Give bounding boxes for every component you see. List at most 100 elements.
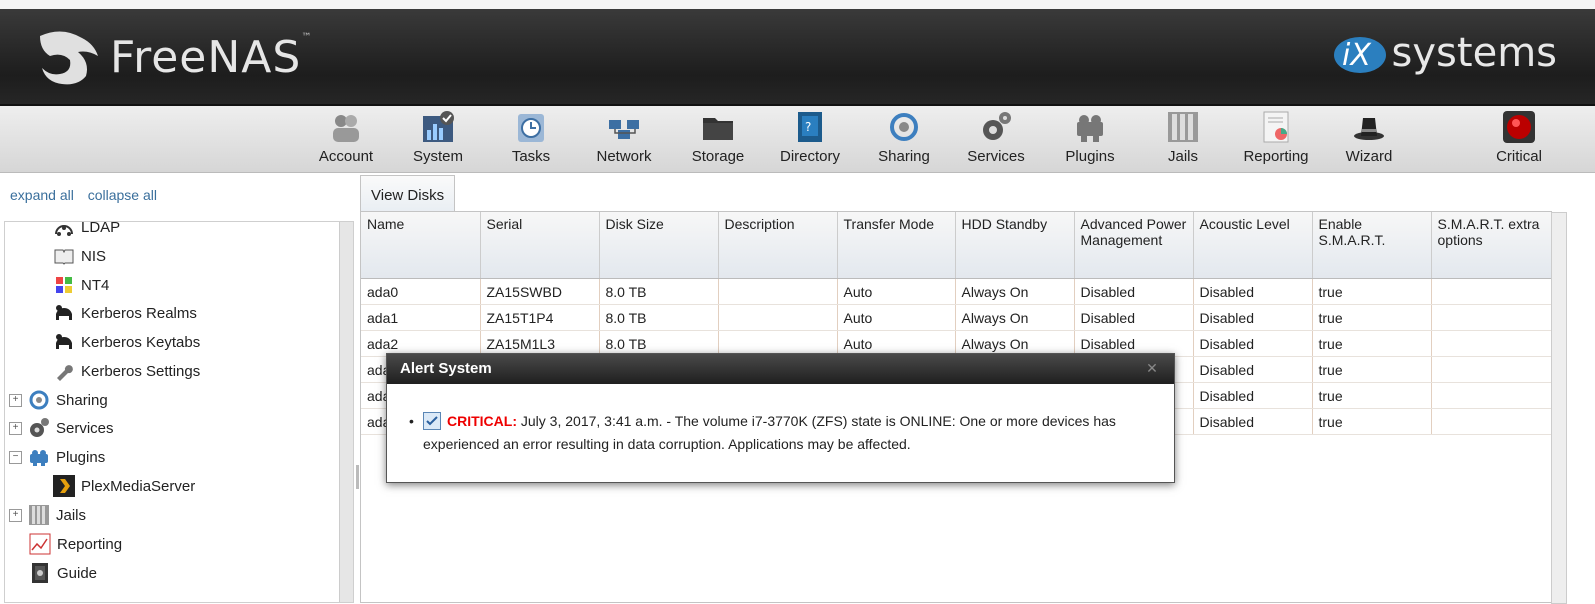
- cell: Disabled: [1193, 304, 1313, 331]
- column-header[interactable]: Acoustic Level: [1193, 212, 1313, 279]
- toolbar-wizard[interactable]: Wizard: [1323, 110, 1415, 165]
- guide-icon: [32, 563, 48, 583]
- collapse-toggle[interactable]: −: [9, 450, 22, 464]
- cell: [718, 304, 838, 331]
- directory-icon: ?: [798, 112, 822, 142]
- tree-item-kerberos-keytabs[interactable]: Kerberos Keytabs: [53, 329, 200, 355]
- column-header[interactable]: S.M.A.R.T. extra options: [1431, 212, 1552, 279]
- critical-light-icon: [1503, 111, 1535, 143]
- cell: true: [1312, 330, 1432, 357]
- kerberos-icon: [56, 305, 72, 320]
- column-header[interactable]: Advanced Power Management: [1074, 212, 1194, 279]
- tree-item-nt4[interactable]: NT4: [53, 272, 109, 298]
- svg-text:iX: iX: [1342, 38, 1372, 73]
- cell: true: [1312, 278, 1432, 305]
- toolbar-tasks[interactable]: Tasks: [485, 110, 577, 165]
- expand-toggle[interactable]: +: [9, 393, 22, 407]
- nt4-icon: [56, 277, 72, 293]
- cell: [718, 278, 838, 305]
- toolbar-reporting[interactable]: Reporting: [1230, 110, 1322, 165]
- reporting-icon: [29, 533, 51, 555]
- toolbar-network[interactable]: Network: [578, 110, 670, 165]
- wrench-icon: [57, 365, 73, 381]
- alert-dialog-titlebar[interactable]: Alert System ✕: [387, 354, 1174, 384]
- expand-toggle[interactable]: +: [9, 421, 22, 435]
- cell: Disabled: [1074, 304, 1194, 331]
- plex-icon: [53, 475, 75, 497]
- shark-logo-icon: [40, 31, 98, 85]
- column-header[interactable]: Disk Size: [599, 212, 719, 279]
- tree-item-jails[interactable]: + Jails: [9, 502, 86, 528]
- toolbar-storage[interactable]: Storage: [672, 110, 764, 165]
- tree-item-nis[interactable]: NIS: [53, 243, 106, 269]
- cell: Always On: [955, 278, 1075, 305]
- column-header[interactable]: Description: [718, 212, 838, 279]
- tree-controls: expand all collapse all: [10, 187, 167, 203]
- cell: Disabled: [1074, 278, 1194, 305]
- tab-view-disks[interactable]: View Disks: [360, 175, 456, 212]
- services-icon: [30, 418, 49, 437]
- toolbar-jails[interactable]: Jails: [1137, 110, 1229, 165]
- vendor-name: systems: [1391, 30, 1557, 76]
- toolbar-account[interactable]: Account: [300, 110, 392, 165]
- table-row[interactable]: ada0 ZA15SWBD 8.0 TB Auto Always On Disabled D…: [361, 278, 1552, 305]
- reporting-icon: [1263, 111, 1289, 143]
- tree-item-kerberos-realms[interactable]: Kerberos Realms: [53, 300, 197, 326]
- network-icon: [609, 120, 639, 139]
- sidebar-splitter-handle[interactable]: [356, 465, 359, 489]
- cell: true: [1312, 408, 1432, 435]
- app-header: FreeNAS™ iX systems: [0, 9, 1595, 106]
- cell: Disabled: [1193, 382, 1313, 409]
- dismiss-checkbox[interactable]: [423, 412, 441, 430]
- collapse-all-link[interactable]: collapse all: [88, 187, 157, 203]
- sharing-icon: [29, 390, 49, 410]
- nis-icon: [54, 249, 74, 265]
- navigation-tree: LDAP NIS NT4 Kerberos Realms Kerberos Ke…: [4, 221, 354, 603]
- tree-item-plexmediaserver[interactable]: PlexMediaServer: [53, 473, 195, 499]
- bullet: •: [409, 413, 414, 429]
- toolbar-services[interactable]: Services: [950, 110, 1042, 165]
- cell: [1431, 382, 1552, 409]
- column-header[interactable]: HDD Standby: [955, 212, 1075, 279]
- freenas-logo[interactable]: FreeNAS™: [32, 27, 312, 87]
- toolbar-sharing[interactable]: Sharing: [858, 110, 950, 165]
- cell: true: [1312, 304, 1432, 331]
- cell: ZA15T1P4: [480, 304, 600, 331]
- system-icon: [423, 111, 454, 142]
- cell: Disabled: [1193, 278, 1313, 305]
- storage-icon: [703, 118, 733, 140]
- close-icon[interactable]: ✕: [1144, 360, 1160, 376]
- cell: [1431, 408, 1552, 435]
- column-header[interactable]: Enable S.M.A.R.T.: [1312, 212, 1432, 279]
- tree-item-sharing[interactable]: + Sharing: [9, 387, 108, 413]
- cell: true: [1312, 382, 1432, 409]
- toolbar-directory[interactable]: ? Directory: [764, 110, 856, 165]
- column-header[interactable]: Serial: [480, 212, 600, 279]
- toolbar-plugins[interactable]: Plugins: [1044, 110, 1136, 165]
- table-row[interactable]: ada1 ZA15T1P4 8.0 TB Auto Always On Disabled D…: [361, 304, 1552, 331]
- toolbar-system[interactable]: System: [392, 110, 484, 165]
- column-header[interactable]: Transfer Mode: [837, 212, 956, 279]
- tree-item-plugins[interactable]: − Plugins: [9, 444, 105, 470]
- alert-dialog: Alert System ✕ • CRITICAL: July 3, 2017,…: [386, 353, 1175, 483]
- ixsystems-logo[interactable]: iX systems: [1330, 29, 1557, 77]
- cell: [1431, 304, 1552, 331]
- cell: Disabled: [1193, 356, 1313, 383]
- tree-item-ldap[interactable]: LDAP: [53, 222, 120, 240]
- brand-name: FreeNAS™: [110, 31, 313, 83]
- wizard-icon: [1354, 118, 1384, 140]
- expand-toggle[interactable]: +: [9, 508, 22, 522]
- tree-scrollbar[interactable]: [339, 222, 353, 602]
- column-header[interactable]: Name: [361, 212, 481, 279]
- sidebar: expand all collapse all LDAP NIS NT4 Ker…: [0, 173, 357, 603]
- cell: Disabled: [1193, 408, 1313, 435]
- tree-item-guide[interactable]: Guide: [29, 560, 97, 586]
- toolbar-critical-alert[interactable]: Critical: [1473, 110, 1565, 165]
- expand-all-link[interactable]: expand all: [10, 187, 74, 203]
- cell: ZA15SWBD: [480, 278, 600, 305]
- tree-item-kerberos-settings[interactable]: Kerberos Settings: [53, 358, 200, 384]
- grid-scrollbar[interactable]: [1551, 212, 1567, 604]
- tree-item-services[interactable]: + Services: [9, 415, 114, 441]
- tree-item-reporting[interactable]: Reporting: [29, 531, 122, 557]
- plugins-icon: [1077, 115, 1103, 142]
